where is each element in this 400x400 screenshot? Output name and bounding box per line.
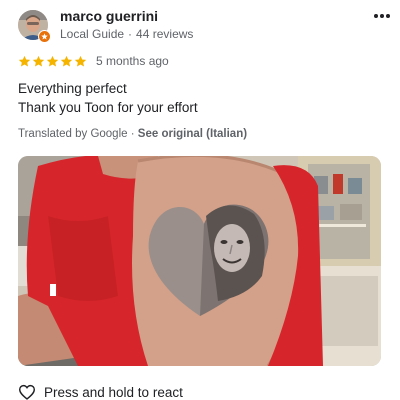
translation-separator: · <box>130 128 135 140</box>
user-review-count: 44 reviews <box>136 26 194 41</box>
review-photo[interactable] <box>18 156 381 366</box>
star-rating <box>18 55 88 68</box>
react-button[interactable]: Press and hold to react <box>18 384 183 400</box>
user-name[interactable]: marco guerrini <box>60 8 193 25</box>
review-header: marco guerrini Local Guide · 44 reviews <box>18 8 382 43</box>
user-info: marco guerrini Local Guide · 44 reviews <box>60 8 193 41</box>
more-options-button[interactable] <box>370 6 394 26</box>
review-text-line: Everything perfect <box>18 81 127 96</box>
star-icon <box>60 55 73 67</box>
review-text-line: Thank you Toon for your effort <box>18 100 198 115</box>
more-vert-icon <box>374 14 390 18</box>
star-icon <box>18 55 31 67</box>
react-label: Press and hold to react <box>44 384 183 400</box>
translation-row: Translated by Google · See original (Ita… <box>18 128 247 140</box>
rating-row: 5 months ago <box>18 54 169 68</box>
heart-outline-icon <box>18 384 36 400</box>
review-text: Everything perfect Thank you Toon for yo… <box>18 79 198 117</box>
avatar[interactable] <box>18 9 51 43</box>
tattoo-photo-image <box>18 156 381 366</box>
local-guide-badge-icon <box>38 29 51 43</box>
translated-by-label: Translated by Google <box>18 128 128 140</box>
see-original-link[interactable]: See original (Italian) <box>138 128 247 140</box>
user-meta: Local Guide · 44 reviews <box>60 27 193 41</box>
review-card: marco guerrini Local Guide · 44 reviews 5 … <box>0 0 400 400</box>
star-icon <box>46 55 59 67</box>
review-date: 5 months ago <box>96 54 169 68</box>
user-role: Local Guide <box>60 26 125 41</box>
star-icon <box>32 55 45 67</box>
meta-separator: · <box>128 26 133 41</box>
star-icon <box>74 55 87 67</box>
